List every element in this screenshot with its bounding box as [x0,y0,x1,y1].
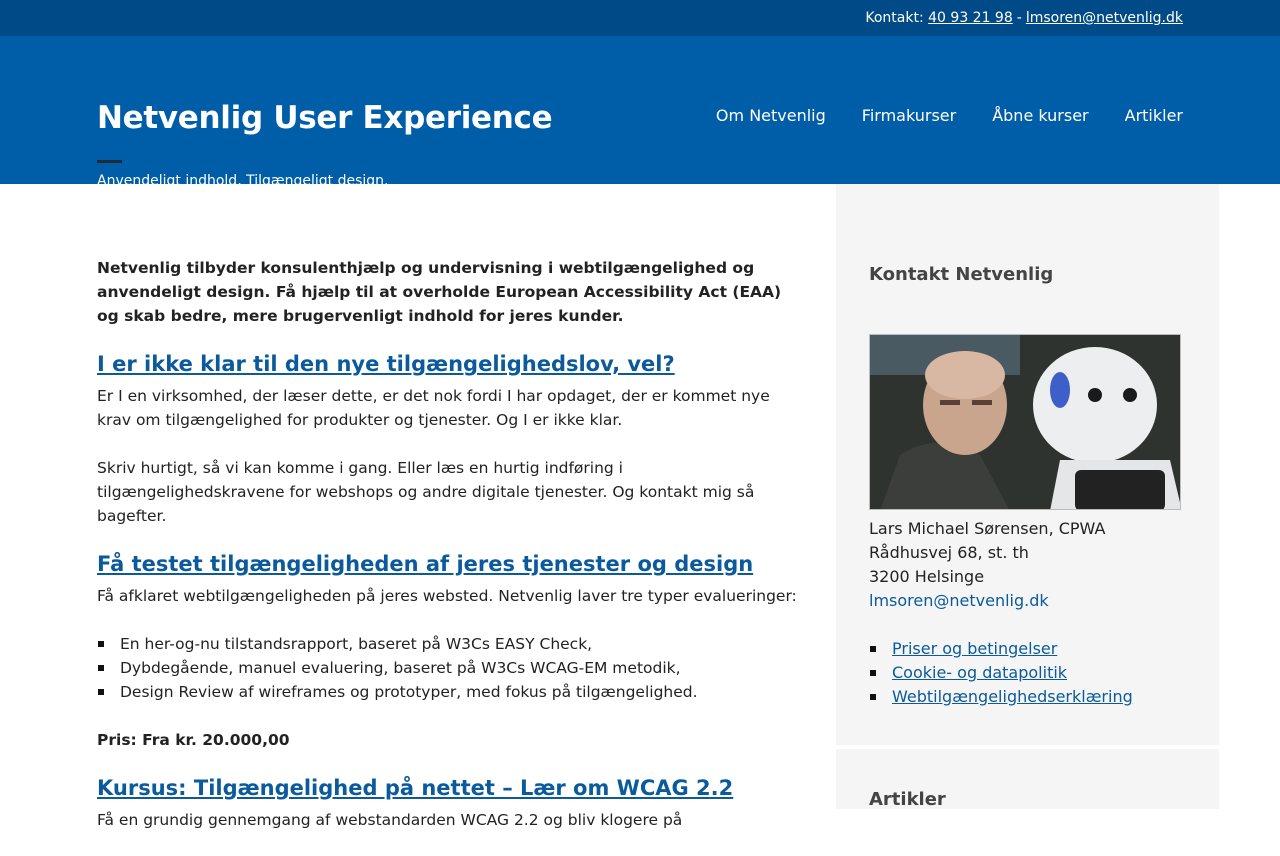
site-header: Netvenlig User Experience Anvendeligt in… [0,36,1280,189]
contact-photo [869,334,1181,510]
link-cookie[interactable]: Cookie- og datapolitik [892,663,1067,682]
list-item: Design Review af wireframes og prototype… [97,680,797,704]
phone-link[interactable]: 40 93 21 98 [928,10,1013,26]
nav-firmakurser[interactable]: Firmakurser [862,106,956,125]
nav-om-netvenlig[interactable]: Om Netvenlig [716,106,826,125]
evaluation-list: En her-og-nu tilstandsrapport, baseret p… [97,632,797,704]
photo-illustration [870,335,1180,509]
heading-link-test[interactable]: Få testet tilgængeligheden af jeres tjen… [97,552,753,576]
sidebar-heading: Kontakt Netvenlig [869,264,1054,285]
contact-email-link[interactable]: lmsoren@netvenlig.dk [869,591,1049,610]
title-divider [97,160,122,163]
top-contact-bar: Kontakt: 40 93 21 98 - lmsoren@netvenlig… [0,0,1280,36]
link-tilgaengelighed[interactable]: Webtilgængelighedserklæring [892,687,1133,706]
contact-address-2: 3200 Helsinge [869,567,985,586]
contact-label: Kontakt: [865,10,924,26]
nav-artikler[interactable]: Artikler [1125,106,1183,125]
paragraph: Er I en virksomhed, der læser dette, er … [97,387,770,429]
sidebar-links: Priser og betingelser Cookie- og datapol… [869,637,1133,709]
section-heading-test: Få testet tilgængeligheden af jeres tjen… [97,552,797,576]
contact-name: Lars Michael Sørensen, CPWA [869,519,1106,538]
list-item: Priser og betingelser [869,637,1133,661]
paragraph: Få en grundig gennemgang af webstandarde… [97,811,683,829]
heading-link-course[interactable]: Kursus: Tilgængelighed på nettet – Lær o… [97,776,733,800]
site-title[interactable]: Netvenlig User Experience [97,100,553,136]
section-heading-law: I er ikke klar til den nye tilgængelighe… [97,352,797,376]
contact-details: Lars Michael Sørensen, CPWA Rådhusvej 68… [869,517,1105,613]
link-priser[interactable]: Priser og betingelser [892,639,1057,658]
list-item: En her-og-nu tilstandsrapport, baseret p… [97,632,797,656]
contact-separator: - [1016,10,1022,26]
heading-link-law[interactable]: I er ikke klar til den nye tilgængelighe… [97,352,675,376]
nav-abne-kurser[interactable]: Åbne kurser [992,106,1088,125]
list-item: Webtilgængelighedserklæring [869,685,1133,709]
articles-sidebar: Artikler [836,749,1219,810]
section-heading-course: Kursus: Tilgængelighed på nettet – Lær o… [97,776,797,800]
list-item: Cookie- og datapolitik [869,661,1133,685]
email-link[interactable]: lmsoren@netvenlig.dk [1026,10,1183,26]
intro-text: Netvenlig tilbyder konsulenthjælp og und… [97,259,782,325]
site-tagline: Anvendeligt indhold, Tilgængeligt design… [97,173,389,189]
price-text: Pris: Fra kr. 20.000,00 [97,731,290,749]
main-nav: Om Netvenlig Firmakurser Åbne kurser Art… [716,106,1183,125]
contact-address-1: Rådhusvej 68, st. th [869,543,1029,562]
contact-sidebar: Kontakt Netvenlig Lars Michael Sørensen,… [836,184,1219,745]
list-item: Dybdegående, manuel evaluering, baseret … [97,656,797,680]
main-content: Netvenlig tilbyder konsulenthjælp og und… [97,256,797,856]
paragraph: Få afklaret webtilgængeligheden på jeres… [97,587,797,605]
paragraph: Skriv hurtigt, så vi kan komme i gang. E… [97,459,755,525]
